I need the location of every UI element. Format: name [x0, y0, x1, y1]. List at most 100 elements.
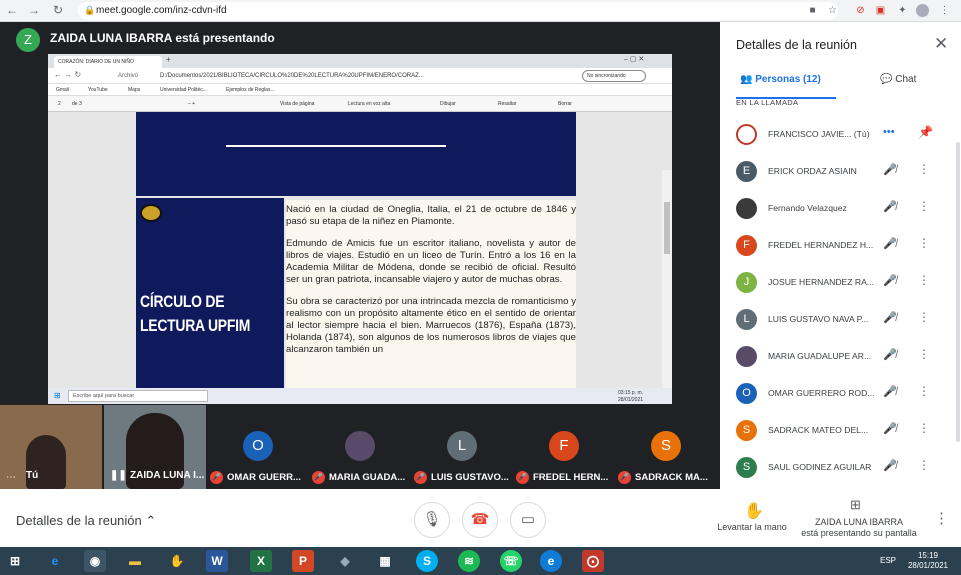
- close-icon[interactable]: ✕: [934, 34, 948, 54]
- meeting-details-panel: Detalles de la reunión ✕ 👥 Personas (12)…: [720, 22, 961, 489]
- profile-avatar[interactable]: [916, 4, 929, 17]
- forward-icon[interactable]: →: [26, 3, 42, 17]
- leave-call-button[interactable]: ☎: [462, 502, 498, 538]
- raise-hand-label[interactable]: Levantar la mano: [712, 522, 792, 532]
- pdf-tool: Vista de página: [280, 101, 315, 107]
- muted-mic-icon: 🎤̸: [883, 460, 897, 472]
- tab-chat[interactable]: 💬 Chat: [880, 74, 916, 85]
- more-options-icon[interactable]: ⋮: [934, 509, 949, 527]
- camera-button[interactable]: ▭: [510, 502, 546, 538]
- more-options-icon[interactable]: ⋮: [918, 384, 930, 398]
- participant-name: SADRACK MATEO DEL...: [768, 425, 869, 435]
- more-options-icon[interactable]: ⋮: [918, 236, 930, 250]
- whatsapp-icon[interactable]: ☏: [500, 550, 522, 572]
- participant-row[interactable]: FRANCISCO JAVIE... (Tú) ••• 📌: [720, 116, 961, 153]
- pdf-tool: Lectura en voz alta: [348, 101, 391, 107]
- shared-browser-tabs: CORAZÓN: DIARIO DE UN NIÑO + – ▢ ✕: [48, 54, 672, 68]
- participant-avatar: L: [736, 309, 757, 330]
- calculator-icon[interactable]: ▦: [374, 550, 396, 572]
- muted-mic-icon: 🎤̸: [883, 164, 897, 176]
- participant-tile[interactable]: O 🎤 OMAR GUERR...: [206, 405, 308, 489]
- word-icon[interactable]: W: [206, 550, 228, 572]
- shared-screen: CORAZÓN: DIARIO DE UN NIÑO + – ▢ ✕ ← → ↻…: [48, 54, 672, 404]
- participant-name: FRANCISCO JAVIE... (Tú): [768, 129, 870, 139]
- muted-mic-icon: 🎤̸: [883, 238, 897, 250]
- participant-avatar: [736, 346, 757, 367]
- edge-icon[interactable]: e: [540, 550, 562, 572]
- app-icon[interactable]: ◆: [334, 550, 356, 572]
- participant-row[interactable]: J JOSUE HERNANDEZ RA... 🎤̸ ⋮: [720, 264, 961, 301]
- participant-row[interactable]: L LUIS GUSTAVO NAVA P... 🎤̸ ⋮: [720, 301, 961, 338]
- pdf-tool: Resaltar: [498, 101, 517, 107]
- bookmark-item: Ejemplos de Reglas...: [226, 87, 275, 93]
- pdf-scrollbar: [662, 170, 672, 404]
- presenting-status[interactable]: ZAIDA LUNA IBARRA está presentando su pa…: [800, 517, 918, 539]
- pdf-paragraph: Edmundo de Amicis fue un escritor italia…: [286, 238, 576, 285]
- panel-scrollbar[interactable]: [956, 142, 960, 442]
- more-options-icon[interactable]: ⋮: [918, 310, 930, 324]
- shared-file-label: Archivo: [118, 73, 139, 79]
- tab-people[interactable]: 👥 Personas (12): [740, 74, 821, 85]
- acrobat-icon[interactable]: ⨀: [582, 550, 604, 572]
- participant-row[interactable]: E ERICK ORDAZ ASIAIN 🎤̸ ⋮: [720, 153, 961, 190]
- browser-menu-icon[interactable]: ⋮: [938, 4, 951, 17]
- self-video-tile[interactable]: ⋯ Tú: [0, 405, 102, 489]
- participant-row[interactable]: S SADRACK MATEO DEL... 🎤̸ ⋮: [720, 412, 961, 449]
- participant-row[interactable]: MARIA GUADALUPE AR... 🎤̸ ⋮: [720, 338, 961, 375]
- participant-row[interactable]: Fernando Velazquez 🎤̸ ⋮: [720, 190, 961, 227]
- extension-icon[interactable]: ⊘: [854, 4, 867, 17]
- participant-avatar: [736, 124, 757, 145]
- more-options-icon[interactable]: ⋮: [918, 421, 930, 435]
- extension-icon[interactable]: ▣: [874, 4, 887, 17]
- more-options-icon[interactable]: ⋮: [918, 273, 930, 287]
- presenting-title: ZAIDA LUNA IBARRA está presentando: [50, 31, 275, 45]
- powerpoint-icon[interactable]: P: [292, 550, 314, 572]
- windows-start-icon[interactable]: ⊞: [4, 550, 26, 572]
- more-options-icon[interactable]: ⋮: [918, 347, 930, 361]
- participant-tile[interactable]: 🎤 MARIA GUADA...: [308, 405, 410, 489]
- participant-row[interactable]: F FREDEL HERNANDEZ H... 🎤̸ ⋮: [720, 227, 961, 264]
- participant-tile[interactable]: L 🎤 LUIS GUSTAVO...: [410, 405, 512, 489]
- reload-icon[interactable]: ↻: [50, 3, 66, 17]
- pdf-side-title: CÍRCULO DE LECTURA UPFIM: [140, 292, 251, 335]
- back-icon[interactable]: ←: [4, 3, 20, 17]
- language-indicator[interactable]: ESP: [880, 556, 896, 565]
- tab-people-label: Personas (12): [755, 74, 821, 85]
- camera-icon[interactable]: ■: [806, 4, 819, 17]
- meeting-details-toggle[interactable]: Detalles de la reunión ⌃: [16, 513, 156, 529]
- internet-explorer-icon[interactable]: e: [44, 550, 66, 572]
- skype-icon[interactable]: S: [416, 550, 438, 572]
- raise-hand-icon[interactable]: ✋: [744, 501, 764, 521]
- more-options-icon[interactable]: ⋮: [918, 199, 930, 213]
- muted-mic-icon: 🎤̸: [883, 386, 897, 398]
- more-options-icon[interactable]: ⋮: [918, 162, 930, 176]
- zaida-video-tile[interactable]: ❚❚ ZAIDA LUNA I...: [104, 405, 206, 489]
- star-icon[interactable]: ☆: [826, 4, 839, 17]
- participant-row[interactable]: O OMAR GUERRERO ROD... 🎤̸ ⋮: [720, 375, 961, 412]
- participant-avatar: S: [651, 431, 681, 461]
- present-screen-icon[interactable]: ⊞: [850, 497, 861, 513]
- excel-icon[interactable]: X: [250, 550, 272, 572]
- participant-name: Fernando Velazquez: [768, 203, 847, 213]
- microphone-button[interactable]: 🎙: [414, 502, 450, 538]
- shared-windows-taskbar: ⊞ Escribe aquí para buscar 03:15 p. m. 2…: [48, 388, 672, 404]
- self-tile-name: Tú: [26, 470, 39, 481]
- bookmark-item: Maps: [128, 87, 141, 93]
- app-icon[interactable]: ✋: [166, 550, 188, 572]
- clock-date: 28/01/2021: [907, 561, 949, 570]
- system-clock[interactable]: 15:19 28/01/2021: [906, 551, 950, 571]
- spotify-icon[interactable]: ≋: [458, 550, 480, 572]
- chrome-icon[interactable]: ◉: [84, 550, 106, 572]
- address-bar[interactable]: 🔒 meet.google.com/inz-cdvn-ifd: [78, 2, 838, 20]
- more-options-icon[interactable]: ⋮: [918, 458, 930, 472]
- pin-icon[interactable]: 📌: [918, 125, 933, 139]
- participant-avatar: F: [736, 235, 757, 256]
- extensions-puzzle-icon[interactable]: ✦: [896, 4, 909, 17]
- participant-tile[interactable]: F 🎤 FREDEL HERN...: [512, 405, 614, 489]
- participant-row[interactable]: S SAUL GODINEZ AGUILAR 🎤̸ ⋮: [720, 449, 961, 486]
- pdf-side-panel: CÍRCULO DE LECTURA UPFIM: [136, 198, 284, 394]
- participant-name: JOSUE HERNANDEZ RA...: [768, 277, 875, 287]
- more-options-icon[interactable]: ⋯: [6, 472, 16, 483]
- file-explorer-icon[interactable]: ▬: [124, 550, 146, 572]
- participant-tile[interactable]: S 🎤 SADRACK MA...: [614, 405, 716, 489]
